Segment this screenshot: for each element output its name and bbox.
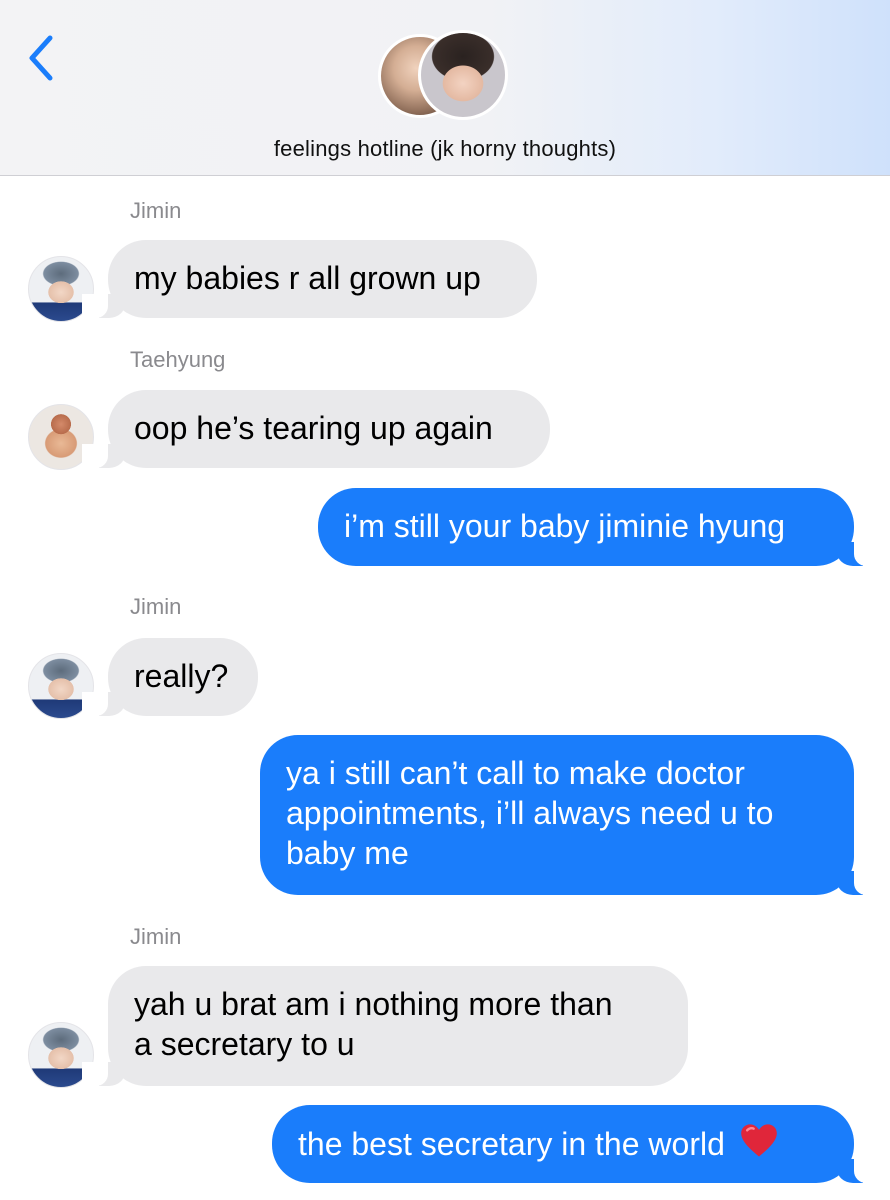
group-avatar[interactable] bbox=[378, 30, 518, 120]
message-bubble-outgoing[interactable]: the best secretary in the world bbox=[272, 1105, 880, 1183]
conversation-title[interactable]: feelings hotline (jk horny thoughts) bbox=[0, 136, 890, 162]
message-line: ya i still can’t call to make doctor bbox=[286, 755, 745, 791]
message-bubble-incoming[interactable]: yah u brat am i nothing more than a secr… bbox=[82, 966, 688, 1086]
message-text: the best secretary in the world bbox=[298, 1126, 725, 1162]
message-text: oop he’s tearing up again bbox=[134, 410, 493, 446]
message-text: really? bbox=[134, 658, 229, 694]
message-text: i’m still your baby jiminie hyung bbox=[344, 508, 786, 544]
message-line: appointments, i’ll always need u to bbox=[286, 795, 774, 831]
message-bubble-incoming[interactable]: my babies r all grown up bbox=[82, 240, 537, 318]
sender-name: Taehyung bbox=[130, 347, 226, 372]
message-line: baby me bbox=[286, 835, 409, 871]
message-bubble-incoming[interactable]: really? bbox=[82, 638, 258, 716]
back-button[interactable] bbox=[22, 30, 62, 90]
message-bubble-outgoing[interactable]: ya i still can’t call to make doctor app… bbox=[260, 735, 880, 895]
red-heart-icon bbox=[740, 1124, 777, 1157]
sender-name: Jimin bbox=[130, 924, 182, 949]
sender-name: Jimin bbox=[130, 198, 182, 223]
message-text: my babies r all grown up bbox=[134, 260, 481, 296]
message-line: yah u brat am i nothing more than bbox=[134, 986, 613, 1022]
chevron-left-icon bbox=[29, 35, 53, 81]
group-member-avatar bbox=[418, 30, 508, 120]
message-line: a secretary to u bbox=[134, 1026, 355, 1062]
conversation-header: feelings hotline (jk horny thoughts) bbox=[0, 0, 890, 176]
message-bubble-outgoing[interactable]: i’m still your baby jiminie hyung bbox=[318, 488, 880, 566]
message-bubble-incoming[interactable]: oop he’s tearing up again bbox=[82, 390, 550, 468]
sender-name: Jimin bbox=[130, 594, 182, 619]
